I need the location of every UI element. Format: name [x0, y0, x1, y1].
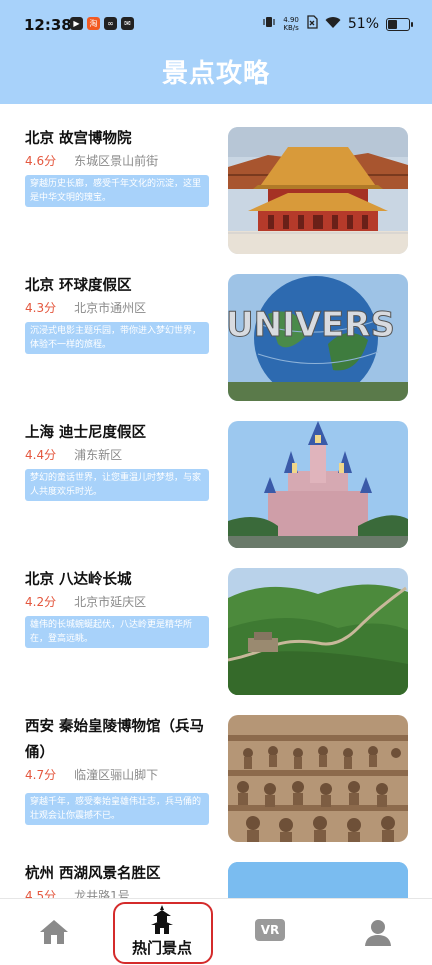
attraction-card[interactable]: 西安 秦始皇陵博物馆（兵马俑） 4.7分 临潼区骊山脚下 穿越千年，感受秦始皇雄伟…	[0, 692, 432, 842]
attraction-meta: 4.2分 北京市延庆区	[25, 593, 146, 610]
attraction-title: 杭州 西湖风景名胜区	[25, 866, 161, 882]
shopping-app-icon: 淘	[87, 17, 100, 30]
attraction-rating: 4.6分	[25, 154, 57, 168]
attraction-title: 北京 环球度假区	[25, 278, 132, 294]
attraction-description: 穿越千年，感受秦始皇雄伟壮志，兵马俑的壮观会让你震撼不已。	[25, 793, 209, 825]
attraction-rating: 4.7分	[25, 768, 57, 782]
attraction-title: 北京 故宫博物院	[25, 131, 132, 147]
attraction-address: 浦东新区	[74, 448, 123, 462]
network-speed-unit: KB/s	[283, 24, 299, 32]
attraction-card[interactable]: 北京 八达岭长城 4.2分 北京市延庆区 雄伟的长城蜿蜒起伏，八达岭更是精华所在，…	[0, 545, 432, 695]
sim-off-icon	[306, 15, 318, 33]
attraction-image[interactable]: UNIVERS	[228, 274, 408, 401]
status-right: 4.90 KB/s 51%	[262, 15, 413, 33]
page-header: 景点攻略	[0, 46, 432, 104]
attraction-card[interactable]: 上海 迪士尼度假区 4.4分 浦东新区 梦幻的童话世界，让您重温儿时梦想，与家人共…	[0, 398, 432, 548]
link-app-icon: ∞	[104, 17, 117, 30]
vibrate-icon	[262, 15, 276, 33]
message-app-icon: ✉	[121, 17, 134, 30]
home-icon	[39, 919, 69, 949]
tab-profile[interactable]	[324, 899, 432, 965]
attraction-meta: 4.7分 临潼区骊山脚下	[25, 766, 158, 783]
page-title: 景点攻略	[161, 59, 270, 89]
attraction-title: 西安 秦始皇陵博物馆（兵马俑）	[25, 719, 205, 761]
attraction-meta: 4.6分 东城区景山前街	[25, 152, 158, 169]
play-app-icon: ▶	[70, 17, 83, 30]
attraction-address: 龙井路1号	[74, 889, 130, 898]
attraction-address: 东城区景山前街	[74, 154, 159, 168]
network-speed: 4.90 KB/s	[283, 16, 299, 32]
status-bar: 12:38 ▶ 淘 ∞ ✉ 4.90 KB/s 51%	[0, 0, 432, 46]
attraction-rating: 4.2分	[25, 595, 57, 609]
attraction-description: 沉浸式电影主题乐园，带你进入梦幻世界，体验不一样的旅程。	[25, 322, 209, 354]
tab-home[interactable]	[0, 899, 108, 965]
active-tab-highlight	[113, 902, 213, 964]
attraction-description: 梦幻的童话世界，让您重温儿时梦想，与家人共度欢乐时光。	[25, 469, 209, 501]
attraction-address: 临潼区骊山脚下	[74, 768, 159, 782]
status-time: 12:38	[24, 16, 72, 34]
attraction-image[interactable]	[228, 127, 408, 254]
vr-icon: VR	[255, 919, 285, 941]
image-sign-text: UNIVERS	[228, 305, 395, 345]
attraction-card[interactable]: 北京 故宫博物院 4.6分 东城区景山前街 穿越历史长廊，感受千年文化的沉淀，这里…	[0, 104, 432, 254]
attraction-rating: 4.3分	[25, 301, 57, 315]
battery-icon	[386, 17, 413, 31]
attraction-card[interactable]: 北京 环球度假区 4.3分 北京市通州区 沉浸式电影主题乐园，带你进入梦幻世界，体…	[0, 251, 432, 401]
attraction-image[interactable]	[228, 862, 408, 898]
attraction-meta: 4.3分 北京市通州区	[25, 299, 146, 316]
attraction-image[interactable]	[228, 568, 408, 695]
notification-icons: ▶ 淘 ∞ ✉	[70, 17, 134, 30]
attraction-title: 上海 迪士尼度假区	[25, 425, 147, 441]
attraction-address: 北京市通州区	[74, 301, 147, 315]
attraction-rating: 4.4分	[25, 448, 57, 462]
attraction-meta: 4.4分 浦东新区	[25, 446, 122, 463]
attraction-rating: 4.5分	[25, 889, 57, 898]
bottom-tab-bar: 热门景点 VR	[0, 898, 432, 965]
attraction-meta: 4.5分 龙井路1号	[25, 887, 130, 898]
attraction-description: 雄伟的长城蜿蜒起伏，八达岭更是精华所在，登高远眺。	[25, 616, 209, 648]
wifi-icon	[325, 16, 341, 33]
network-speed-value: 4.90	[283, 16, 299, 24]
user-icon	[365, 919, 391, 951]
attraction-description: 穿越历史长廊，感受千年文化的沉淀，这里是中华文明的瑰宝。	[25, 175, 209, 207]
attraction-image[interactable]	[228, 421, 408, 548]
attraction-list[interactable]: 北京 故宫博物院 4.6分 东城区景山前街 穿越历史长廊，感受千年文化的沉淀，这里…	[0, 104, 432, 898]
attraction-address: 北京市延庆区	[74, 595, 147, 609]
attraction-title: 北京 八达岭长城	[25, 572, 132, 588]
tab-vr[interactable]: VR	[216, 899, 324, 965]
attraction-card[interactable]: 杭州 西湖风景名胜区 4.5分 龙井路1号	[0, 839, 432, 898]
attraction-image[interactable]	[228, 715, 408, 842]
battery-percent: 51%	[347, 16, 379, 32]
